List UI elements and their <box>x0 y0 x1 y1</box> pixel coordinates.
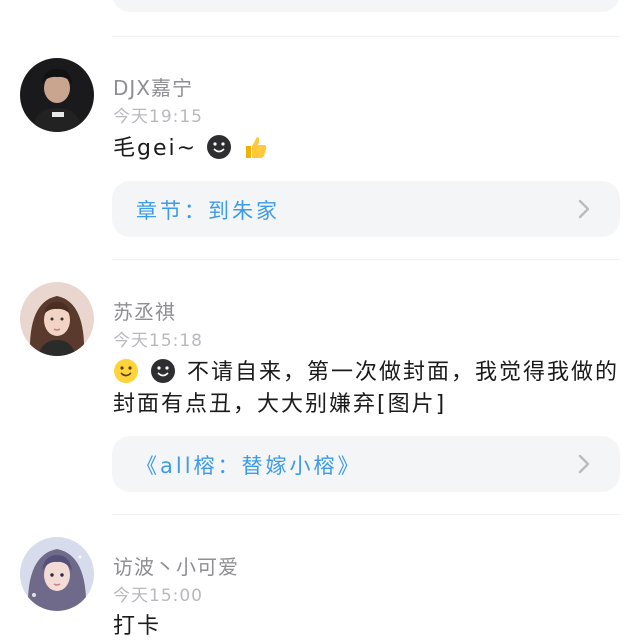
comment-text-content: 不请自来，第一次做封面，我觉得我做的封面有点丑，大大别嫌弃[图片] <box>113 360 620 417</box>
divider <box>112 36 620 37</box>
divider <box>112 259 620 260</box>
book-link-label: 《all榕：替嫁小榕》 <box>136 454 362 478</box>
timestamp: 今天19:15 <box>113 107 203 127</box>
avatar-photo-icon <box>20 282 94 356</box>
avatar[interactable] <box>20 537 94 611</box>
timestamp: 今天15:18 <box>113 331 203 351</box>
chevron-right-icon <box>578 199 590 219</box>
comment-text: 打卡 <box>113 611 623 640</box>
previous-link-card[interactable] <box>112 0 620 12</box>
username[interactable]: 访波丶小可爱 <box>113 551 239 580</box>
avatar-photo-icon <box>20 58 94 132</box>
username[interactable]: 苏丞祺 <box>113 296 176 325</box>
comment-feed: DJX嘉宁 今天19:15 毛gei~ 章节：到朱家 苏丞祺 今天15:18 不… <box>0 0 640 640</box>
avatar[interactable] <box>20 58 94 132</box>
chapter-link-card[interactable]: 章节：到朱家 <box>112 181 620 237</box>
thumbs-up-icon <box>246 137 267 158</box>
username[interactable]: DJX嘉宁 <box>113 72 193 101</box>
avatar[interactable] <box>20 282 94 356</box>
chapter-link-label: 章节：到朱家 <box>136 199 280 223</box>
chevron-right-icon <box>578 454 590 474</box>
comment-text-content: 毛gei~ <box>113 136 198 161</box>
dark-smiley-icon <box>151 359 175 383</box>
book-link-card[interactable]: 《all榕：替嫁小榕》 <box>112 436 620 492</box>
comment-text-content: 打卡 <box>113 614 162 639</box>
comment-text: 不请自来，第一次做封面，我觉得我做的封面有点丑，大大别嫌弃[图片] <box>113 357 623 421</box>
smiley-icon <box>114 359 138 383</box>
comment-text: 毛gei~ <box>113 133 623 165</box>
avatar-photo-icon <box>20 537 94 611</box>
divider <box>112 514 620 515</box>
dark-smiley-icon <box>207 135 232 159</box>
timestamp: 今天15:00 <box>113 586 203 606</box>
